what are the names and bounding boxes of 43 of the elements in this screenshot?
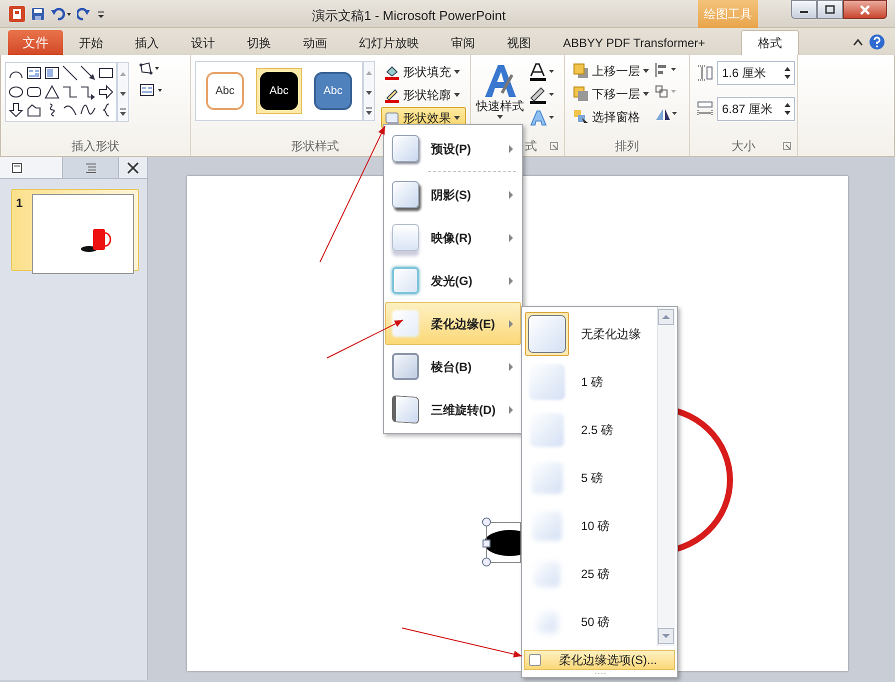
effects-menu-item[interactable]: 映像(R): [385, 216, 521, 259]
soft-edge-option[interactable]: 2.5 磅: [525, 406, 657, 454]
effects-menu-item[interactable]: 发光(G): [385, 259, 521, 302]
shape-outline-button[interactable]: 形状轮廓: [381, 84, 466, 105]
size-spin-field[interactable]: 6.87 厘米: [717, 97, 795, 121]
shape-fill-button[interactable]: 形状填充: [381, 61, 466, 82]
soft-edge-option[interactable]: 10 磅: [525, 502, 657, 550]
window-title: 演示文稿1 - Microsoft PowerPoint: [312, 7, 506, 25]
ribbon-tab[interactable]: 幻灯片放映: [343, 30, 435, 55]
effects-menu-item[interactable]: 棱台(B): [385, 345, 521, 388]
ribbon-tab[interactable]: 审阅: [435, 30, 491, 55]
soft-edge-option[interactable]: 50 磅: [525, 598, 657, 646]
soft-edge-option[interactable]: 25 磅: [525, 550, 657, 598]
slide-thumbnail-item[interactable]: 1: [11, 189, 139, 271]
quick-styles-button[interactable]: 快速样式: [475, 61, 525, 120]
ribbon-tab[interactable]: 切换: [231, 30, 287, 55]
ribbon-tab[interactable]: ABBYY PDF Transformer+: [547, 30, 722, 55]
group-label: 形状样式: [291, 138, 339, 155]
context-tab-label: 绘图工具: [698, 0, 758, 28]
size-spin-field[interactable]: 1.6 厘米: [717, 61, 795, 85]
file-tab[interactable]: 文件: [8, 30, 63, 55]
ribbon-tab[interactable]: 视图: [491, 30, 547, 55]
ribbon-tab[interactable]: 动画: [287, 30, 343, 55]
style-swatch[interactable]: Abc: [256, 68, 302, 114]
group-label: 式: [525, 138, 537, 155]
effects-menu-item[interactable]: 阴影(S): [385, 173, 521, 216]
effects-menu-item[interactable]: 柔化边缘(E): [385, 302, 521, 345]
soft-edge-option[interactable]: 无柔化边缘: [525, 310, 657, 358]
ribbon-tab[interactable]: 开始: [63, 30, 119, 55]
bring-backward-button[interactable]: 下移一层: [573, 84, 650, 103]
effects-menu-item[interactable]: 三维旋转(D): [385, 388, 521, 431]
selection-pane-button[interactable]: 选择窗格: [573, 107, 650, 126]
ribbon-tab[interactable]: 格式: [741, 30, 800, 55]
soft-edge-option[interactable]: 1 磅: [525, 358, 657, 406]
group-label: 排列: [615, 138, 639, 155]
effects-menu-item[interactable]: 预设(P): [385, 127, 521, 170]
soft-edge-options-item[interactable]: 柔化边缘选项(S)...: [524, 650, 675, 670]
group-label: 插入形状: [72, 138, 120, 155]
group-label: 大小: [732, 138, 756, 155]
bring-forward-button[interactable]: 上移一层: [573, 61, 650, 80]
soft-edge-option[interactable]: 5 磅: [525, 454, 657, 502]
ribbon-tab[interactable]: 插入: [119, 30, 175, 55]
ribbon-tab[interactable]: 设计: [175, 30, 231, 55]
